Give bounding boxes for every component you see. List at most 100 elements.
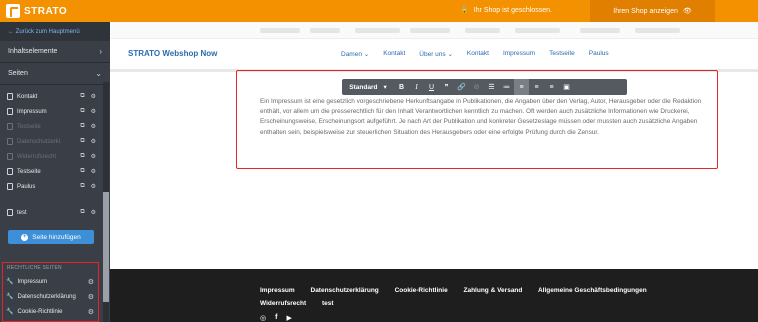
sidebar-scroll-thumb[interactable] bbox=[103, 192, 109, 302]
nav-item[interactable]: Impressum bbox=[503, 50, 535, 58]
legal-item-datenschutz[interactable]: 🔧 Datenschutzerklärung ⚙ bbox=[6, 290, 94, 303]
sidebar-page-item[interactable]: Widerrufsrecht ⧉ ⚙ bbox=[0, 149, 110, 164]
youtube-icon[interactable]: ▶ bbox=[286, 314, 291, 322]
link-icon[interactable]: 🔗 bbox=[454, 79, 469, 95]
page-label: Kontakt bbox=[17, 93, 38, 100]
copy-icon[interactable]: ⧉ bbox=[80, 108, 84, 115]
quote-icon[interactable]: ❞ bbox=[439, 79, 454, 95]
show-shop-button[interactable]: Ihren Shop anzeigen 👁 bbox=[590, 0, 715, 22]
gear-icon[interactable]: ⚙ bbox=[91, 183, 96, 190]
legal-item-cookie[interactable]: 🔧 Cookie-Richtlinie ⚙ bbox=[6, 305, 94, 318]
seiten-section[interactable]: Seiten ⌄ bbox=[0, 63, 110, 85]
nav-item[interactable]: Kontakt bbox=[383, 50, 405, 58]
nav-item[interactable]: Kontakt bbox=[467, 50, 489, 58]
lock-icon: 🔒 bbox=[460, 7, 469, 14]
gear-icon[interactable]: ⚙ bbox=[91, 153, 96, 160]
paragraph-style-select[interactable]: Standard ▾ bbox=[342, 79, 394, 95]
gear-icon[interactable]: ⚙ bbox=[91, 138, 96, 145]
gear-icon[interactable]: ⚙ bbox=[88, 293, 94, 301]
site-title[interactable]: STRATO Webshop Now bbox=[128, 49, 217, 58]
sidebar-page-item[interactable]: Kontakt ⧉ ⚙ bbox=[0, 89, 110, 104]
copy-icon[interactable]: ⧉ bbox=[80, 183, 84, 190]
blurred-element bbox=[355, 28, 400, 33]
page-list: Kontakt ⧉ ⚙ Impressum ⧉ ⚙ Testseite ⧉ ⚙ Dat… bbox=[0, 85, 110, 280]
footer-link[interactable]: Allgemeine Geschäftsbedingungen bbox=[538, 287, 647, 294]
legal-item-label: Impressum bbox=[17, 278, 48, 285]
nav-item[interactable]: Über uns ⌄ bbox=[419, 50, 453, 58]
gear-icon[interactable]: ⚙ bbox=[91, 108, 96, 115]
wrench-icon: 🔧 bbox=[6, 279, 14, 285]
sidebar-page-item[interactable]: Paulus ⧉ ⚙ bbox=[0, 179, 110, 194]
blurred-element bbox=[410, 28, 450, 33]
gear-icon[interactable]: ⚙ bbox=[88, 278, 94, 286]
align-left-icon[interactable]: ≡ bbox=[514, 79, 529, 95]
sidebar-page-item[interactable]: Testseite ⧉ ⚙ bbox=[0, 119, 110, 134]
align-right-icon[interactable]: ≡ bbox=[544, 79, 559, 95]
sidebar-page-item[interactable]: Testseite ⧉ ⚙ bbox=[0, 164, 110, 179]
page-icon bbox=[7, 108, 13, 115]
nav-item[interactable]: Paulus bbox=[589, 50, 609, 58]
paragraph-style-label: Standard bbox=[349, 83, 378, 91]
nav-item[interactable]: Damen ⌄ bbox=[341, 50, 369, 58]
copy-icon[interactable]: ⧉ bbox=[80, 209, 84, 216]
bold-icon[interactable]: B bbox=[394, 79, 409, 95]
legal-pages-title: RECHTLICHE SEITEN bbox=[7, 265, 62, 271]
blurred-element bbox=[515, 28, 560, 33]
sidebar-page-item[interactable]: test ⧉ ⚙ bbox=[0, 205, 110, 220]
page-label: Impressum bbox=[17, 108, 47, 115]
footer-link[interactable]: Zahlung & Versand bbox=[464, 287, 523, 294]
footer-link[interactable]: Datenschutzerklärung bbox=[311, 287, 379, 294]
underline-icon[interactable]: U bbox=[424, 79, 439, 95]
copy-icon[interactable]: ⧉ bbox=[80, 138, 84, 145]
gear-icon[interactable]: ⚙ bbox=[91, 209, 96, 216]
gear-icon[interactable]: ⚙ bbox=[91, 123, 96, 130]
text-format-toolbar: Standard ▾ B I U ❞ 🔗 ⊘ ☰ ≔ ≡ ≡ ≡ ▣ bbox=[342, 79, 627, 95]
italic-icon[interactable]: I bbox=[409, 79, 424, 95]
footer-link[interactable]: Impressum bbox=[260, 287, 295, 294]
page-icon bbox=[7, 183, 13, 190]
footer-link[interactable]: Cookie-Richtlinie bbox=[395, 287, 448, 294]
nav-item[interactable]: Testseite bbox=[549, 50, 575, 58]
bullet-list-icon[interactable]: ≔ bbox=[499, 79, 514, 95]
show-shop-label: Ihren Shop anzeigen bbox=[613, 7, 678, 15]
social-links: ◎ f ▶ bbox=[260, 314, 292, 322]
strato-logo[interactable]: STRATO bbox=[6, 4, 67, 18]
page-icon bbox=[7, 93, 13, 100]
footer-link[interactable]: test bbox=[322, 300, 334, 307]
plus-icon: + bbox=[21, 233, 29, 241]
page-icon bbox=[7, 123, 13, 130]
gear-icon[interactable]: ⚙ bbox=[88, 308, 94, 316]
top-bar: STRATO 🔒 Ihr Shop ist geschlossen. Ihren… bbox=[0, 0, 758, 22]
blurred-element bbox=[580, 28, 620, 33]
copy-icon[interactable]: ⧉ bbox=[80, 93, 84, 100]
unlink-icon[interactable]: ⊘ bbox=[469, 79, 484, 95]
page-preview: STRATO Webshop Now Damen ⌄ Kontakt Über … bbox=[110, 22, 758, 322]
impressum-text[interactable]: Ein Impressum ist eine gesetzlich vorges… bbox=[260, 97, 705, 138]
copy-icon[interactable]: ⧉ bbox=[80, 123, 84, 130]
gear-icon[interactable]: ⚙ bbox=[91, 168, 96, 175]
inhaltselemente-section[interactable]: Inhaltselemente › bbox=[0, 41, 110, 63]
gear-icon[interactable]: ⚙ bbox=[91, 93, 96, 100]
blurred-element bbox=[635, 28, 680, 33]
instagram-icon[interactable]: ◎ bbox=[260, 314, 266, 322]
footer-link[interactable]: Widerrufsrecht bbox=[260, 300, 306, 307]
chevron-right-icon: › bbox=[99, 47, 102, 56]
inhaltselemente-label: Inhaltselemente bbox=[8, 48, 58, 55]
page-icon bbox=[7, 209, 13, 216]
blurred-element bbox=[260, 28, 300, 33]
topbar-right-area bbox=[715, 0, 758, 22]
sidebar-page-item[interactable]: Impressum ⧉ ⚙ bbox=[0, 104, 110, 119]
sidebar-page-item[interactable]: Datenschutzerkl. ⧉ ⚙ bbox=[0, 134, 110, 149]
eye-icon: 👁 bbox=[682, 8, 692, 15]
legal-item-impressum[interactable]: 🔧 Impressum ⚙ bbox=[6, 275, 94, 288]
page-label: test bbox=[17, 209, 27, 216]
back-to-main-menu[interactable]: ← Zurück zum Hauptmenü bbox=[0, 22, 110, 41]
add-page-button[interactable]: + Seite hinzufügen bbox=[8, 230, 94, 244]
copy-icon[interactable]: ⧉ bbox=[80, 153, 84, 160]
site-footer: Impressum Datenschutzerklärung Cookie-Ri… bbox=[110, 269, 758, 322]
image-icon[interactable]: ▣ bbox=[559, 79, 574, 95]
align-center-icon[interactable]: ≡ bbox=[529, 79, 544, 95]
facebook-icon[interactable]: f bbox=[275, 314, 277, 322]
copy-icon[interactable]: ⧉ bbox=[80, 168, 84, 175]
ordered-list-icon[interactable]: ☰ bbox=[484, 79, 499, 95]
